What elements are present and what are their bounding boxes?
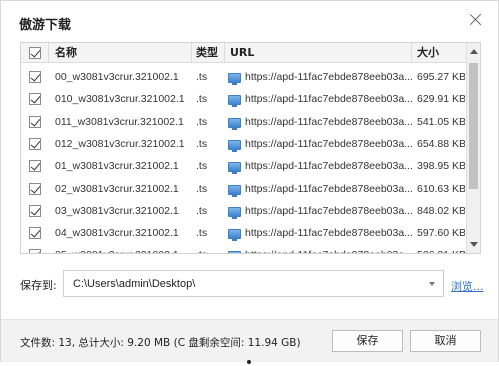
vertical-scrollbar[interactable] [466, 43, 480, 253]
download-summary: 文件数: 13, 总计大小: 9.20 MB (C 盘剩余空间: 11.94 G… [20, 337, 301, 349]
column-url-header[interactable]: URL [230, 43, 254, 63]
scroll-up-icon[interactable] [470, 49, 478, 54]
file-type-cell: .ts [196, 244, 222, 253]
browse-link[interactable]: 浏览... [451, 278, 484, 294]
row-checkbox[interactable] [29, 182, 41, 195]
file-type-cell: .ts [196, 137, 208, 150]
decorative-dot [247, 360, 251, 364]
file-type-cell: .ts [196, 204, 208, 217]
file-size-cell: 629.91 KB [417, 93, 465, 106]
file-url-cell: https://apd-11fac7ebde878eeb03a... [245, 137, 413, 150]
row-checkbox[interactable] [29, 93, 41, 106]
save-path-value[interactable]: C:\Users\admin\Desktop\ [73, 278, 195, 290]
table-row[interactable]: 012_w3081v3crur.321002.1 .ts https://apd-1… [21, 133, 467, 156]
table-row[interactable]: 04_w3081v3crur.321002.1 .ts https://apd-11… [21, 222, 467, 245]
file-name-cell: 02_w3081v3crur.321002.1 [55, 182, 179, 195]
cancel-button[interactable]: 取消 [410, 330, 481, 352]
file-type-cell: .ts [196, 227, 208, 240]
file-url-cell: https://apd-11fac7ebde878eeb03a... [245, 204, 413, 217]
file-name-cell: 05_w3081v3crur.321002.1 [55, 244, 191, 253]
monitor-icon [228, 117, 241, 130]
file-size-cell: 695.27 KB [417, 71, 465, 83]
monitor-icon [228, 184, 241, 197]
file-size-cell: 597.60 KB [417, 227, 465, 240]
monitor-icon [228, 229, 241, 242]
file-name-cell: 04_w3081v3crur.321002.1 [55, 227, 179, 240]
file-url-cell: https://apd-11fac7ebde878eeb03a... [245, 160, 413, 173]
scroll-down-icon[interactable] [470, 242, 478, 247]
download-dialog: 傲游下载 名称 类型 URL 大小 00_w3081v3crur.321002.… [0, 0, 499, 362]
file-size-cell: 541.05 KB [417, 115, 465, 128]
file-size-cell: 848.02 KB [417, 204, 465, 217]
table-row[interactable]: 011_w3081v3crur.321002.1 .ts https://apd-1… [21, 111, 467, 134]
file-name-cell: 010_w3081v3crur.321002.1 [55, 93, 185, 106]
row-checkbox[interactable] [29, 71, 41, 83]
file-type-cell: .ts [196, 182, 208, 195]
file-size-cell: 610.63 KB [417, 182, 465, 195]
file-size-cell: 586.21 KB [417, 244, 465, 253]
table-row[interactable]: 03_w3081v3crur.321002.1 .ts https://apd-11… [21, 200, 467, 223]
title-bar: 傲游下载 [1, 1, 498, 41]
file-url-cell: https://apd-11fac7ebde878eeb03a... [245, 244, 413, 253]
scrollbar-thumb[interactable] [469, 63, 478, 189]
row-checkbox[interactable] [29, 227, 41, 240]
select-all-checkbox[interactable] [29, 47, 41, 59]
table-row[interactable]: 01_w3081v3crur.321002.1 .ts https://apd-11… [21, 155, 467, 178]
table-row[interactable]: 00_w3081v3crur.321002.1 .ts https://apd-11… [21, 66, 467, 89]
file-name-cell: 011_w3081v3crur.321002.1 [55, 115, 184, 128]
save-to-label: 保存到: [20, 279, 57, 292]
file-url-cell: https://apd-11fac7ebde878eeb03a... [245, 115, 413, 128]
column-name-header[interactable]: 名称 [55, 43, 77, 63]
file-type-cell: .ts [196, 160, 208, 173]
monitor-icon [228, 95, 241, 108]
table-row[interactable]: 010_w3081v3crur.321002.1 .ts https://apd-1… [21, 88, 467, 111]
monitor-icon [228, 206, 241, 219]
file-name-cell: 012_w3081v3crur.321002.1 [55, 137, 185, 150]
monitor-icon [228, 73, 241, 85]
table-header: 名称 类型 URL 大小 [21, 43, 467, 63]
file-type-cell: .ts [196, 93, 208, 106]
file-name-cell: 01_w3081v3crur.321002.1 [55, 160, 179, 173]
file-name-cell: 03_w3081v3crur.321002.1 [55, 204, 179, 217]
file-url-cell: https://apd-11fac7ebde878eeb03a... [245, 71, 413, 83]
save-path-combobox[interactable]: C:\Users\admin\Desktop\ [63, 270, 444, 297]
row-checkbox[interactable] [29, 160, 41, 173]
column-type-header[interactable]: 类型 [196, 43, 218, 63]
file-type-cell: .ts [196, 71, 208, 83]
file-url-cell: https://apd-11fac7ebde878eeb03a... [245, 227, 413, 240]
file-size-cell: 654.88 KB [417, 137, 465, 150]
file-size-cell: 398.95 KB [417, 160, 465, 173]
file-type-cell: .ts [196, 115, 208, 128]
row-checkbox[interactable] [29, 249, 41, 253]
dialog-footer: 文件数: 13, 总计大小: 9.20 MB (C 盘剩余空间: 11.94 G… [1, 319, 498, 362]
monitor-icon [228, 251, 241, 253]
row-checkbox[interactable] [29, 115, 41, 128]
row-checkbox[interactable] [29, 137, 41, 150]
file-url-cell: https://apd-11fac7ebde878eeb03a... [245, 182, 413, 195]
dialog-title: 傲游下载 [19, 18, 72, 33]
save-button[interactable]: 保存 [332, 330, 403, 352]
file-name-cell: 00_w3081v3crur.321002.1 [55, 71, 179, 83]
table-row[interactable]: 05_w3081v3crur.321002.1 .ts https://apd-11… [21, 244, 467, 253]
chevron-down-icon[interactable] [429, 282, 435, 286]
column-size-header[interactable]: 大小 [417, 43, 439, 63]
monitor-icon [228, 139, 241, 152]
file-url-cell: https://apd-11fac7ebde878eeb03a... [245, 93, 413, 106]
monitor-icon [228, 162, 241, 175]
close-icon[interactable] [466, 10, 486, 30]
file-table: 名称 类型 URL 大小 00_w3081v3crur.321002.1 .ts h… [20, 42, 481, 254]
table-row[interactable]: 02_w3081v3crur.321002.1 .ts https://apd-11… [21, 178, 467, 201]
row-checkbox[interactable] [29, 204, 41, 217]
